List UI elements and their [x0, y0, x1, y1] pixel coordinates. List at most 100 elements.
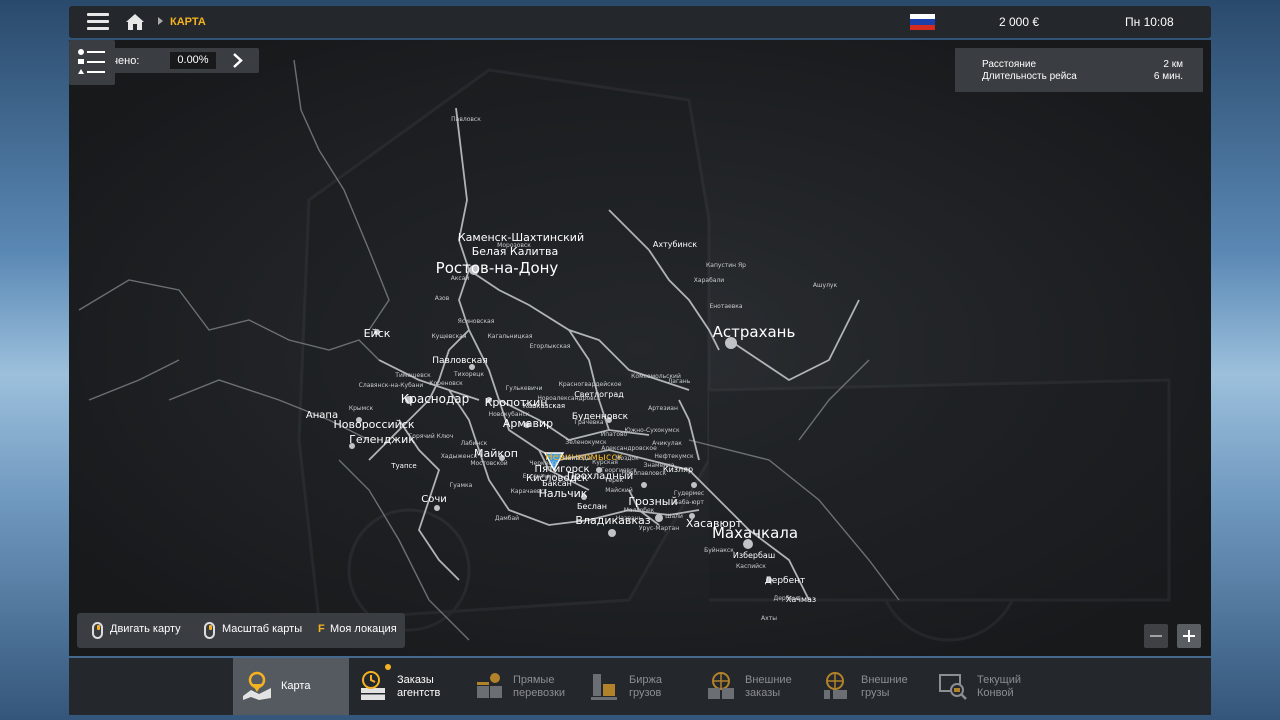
city-label: Новопавловск	[622, 470, 667, 477]
tab-label: Внешние заказы	[745, 674, 792, 699]
city-label: Азов	[435, 295, 450, 302]
city-label: Южно-Сухокумск	[624, 427, 680, 434]
city-label: Ипатово	[601, 431, 628, 438]
city-label: Махачкала	[712, 524, 798, 542]
breadcrumb-arrow-icon	[158, 17, 163, 25]
city-label: Терек	[604, 477, 624, 484]
map-legend-button[interactable]	[69, 40, 115, 85]
city-label: Ашулук	[813, 282, 838, 289]
home-icon[interactable]	[125, 13, 145, 31]
city-label: Морозовск	[497, 242, 531, 249]
city-label: Баксан	[542, 479, 572, 488]
city-label: Хадыженск	[441, 453, 478, 460]
tab-direct-transport[interactable]: Прямые перевозки	[465, 658, 581, 715]
city-label: Туапсе	[390, 462, 416, 470]
tab-label: Карта	[281, 680, 311, 692]
explored-value: 0.00%	[170, 52, 216, 69]
city-label: Аксай	[451, 275, 470, 282]
city-label: Черкесск	[529, 460, 559, 467]
duration-label: Длительность рейса	[982, 71, 1077, 82]
zoom-out-button[interactable]	[1144, 624, 1168, 648]
city-label: Гуамка	[450, 482, 473, 489]
city-label: Краснодар	[401, 392, 470, 406]
city-label: Моздок	[615, 455, 639, 462]
city-label: Ахтубинск	[653, 240, 697, 249]
city-label: Карачаевск	[511, 488, 548, 495]
tab-external-jobs[interactable]: Внешние заказы	[697, 658, 813, 715]
new-badge	[385, 664, 391, 670]
legend-list-icon	[78, 49, 105, 74]
convoy-search-icon	[939, 674, 967, 700]
city-label: Ессентуки	[523, 473, 556, 480]
top-bar: КАРТА 2 000 € Пн 10:08	[69, 6, 1211, 38]
boxes-icon	[477, 673, 502, 698]
city-label: Кореновск	[429, 380, 463, 387]
city-label: Капустин Яр	[706, 262, 746, 269]
key-f-icon: F	[318, 623, 325, 635]
city-label: Минводы	[562, 455, 591, 462]
city-label: Малгобек	[624, 507, 655, 514]
money-balance: 2 000 €	[999, 15, 1040, 29]
russia-flag-icon	[910, 14, 935, 30]
breadcrumb[interactable]: КАРТА	[170, 16, 206, 28]
city-label: Новоалександровск	[537, 395, 601, 402]
my-location-hint: Моя локация	[330, 623, 397, 635]
forklift-icon	[591, 674, 617, 700]
city-label: Павловск	[451, 116, 481, 123]
distance-label: Расстояние	[982, 59, 1037, 70]
tab-label: Текущий Конвой	[977, 674, 1021, 699]
route-info-panel: Расстояние 2 км Длительность рейса 6 мин…	[955, 48, 1203, 92]
map-canvas[interactable]: Каменск-Шахтинский Белая Калитва Ростов-…	[69, 40, 1211, 656]
city-label: Дербент	[765, 576, 806, 586]
world-map[interactable]: Каменск-Шахтинский Белая Калитва Ростов-…	[69, 40, 1211, 656]
city-label: Новороссийск	[333, 418, 414, 431]
hamburger-menu-icon[interactable]	[87, 13, 109, 31]
city-label: Сочи	[421, 494, 447, 505]
city-label: Красногвардейское	[559, 381, 622, 388]
tab-label: Биржа грузов	[629, 674, 662, 699]
zoom-in-button[interactable]	[1177, 624, 1201, 648]
city-label: Курская	[592, 459, 618, 466]
map-pin-icon	[243, 671, 271, 700]
mouse-wheel-icon	[204, 622, 215, 639]
mouse-left-icon	[92, 622, 103, 639]
city-label: Урус-Мартан	[639, 525, 679, 532]
tab-current-convoy[interactable]: Текущий Конвой	[929, 658, 1045, 715]
city-label: Лабинск	[461, 440, 488, 447]
city-label: Избербаш	[733, 551, 775, 560]
city-label: Тихорецк	[453, 371, 484, 378]
city-label: Харабали	[694, 277, 724, 284]
city-label: Павловская	[432, 356, 487, 366]
city-label: Кагальницкая	[488, 333, 533, 340]
city-label: Ахты	[761, 615, 777, 622]
city-label: Горячий Ключ	[409, 433, 454, 440]
city-label: Ясиновская	[458, 318, 495, 325]
city-label: Баба-юрт	[674, 499, 704, 506]
tab-cargo-market[interactable]: Биржа грузов	[581, 658, 697, 715]
tab-label: Прямые перевозки	[513, 674, 566, 699]
city-label: Астрахань	[713, 323, 796, 341]
city-label: Славянск-на-Кубани	[359, 382, 424, 389]
bottom-tab-bar: Карта Заказы агентств Прямые перевозки Б…	[69, 658, 1211, 715]
city-label: Тимашевск	[394, 372, 431, 379]
city-label: Лагань	[668, 378, 691, 385]
tab-label: Заказы агентств	[397, 674, 441, 699]
chevron-right-icon[interactable]	[228, 52, 248, 69]
city-label: Дербент	[774, 595, 802, 602]
city-label: Кущевская	[432, 333, 467, 340]
duration-value: 6 мин.	[1153, 71, 1183, 82]
city-label: Майский	[605, 487, 633, 494]
city-label: Егорлыкская	[530, 343, 571, 350]
city-label: Знаменка	[644, 462, 675, 469]
city-label: Кавказская	[523, 402, 565, 410]
city-label: Мостовской	[470, 460, 507, 467]
city-label: Гулькевичи	[506, 385, 543, 392]
tab-agency-jobs[interactable]: Заказы агентств	[349, 658, 465, 715]
city-label: Артезиан	[648, 405, 678, 412]
map-controls-hint: Двигать карту Масштаб карты F Моя локаци…	[77, 613, 405, 648]
city-label: Каспийск	[736, 563, 766, 570]
city-label: Майкоп	[474, 447, 518, 460]
tab-external-cargo[interactable]: Внешние грузы	[813, 658, 929, 715]
city-label: Дамбай	[495, 515, 519, 522]
tab-map[interactable]: Карта	[233, 658, 349, 715]
